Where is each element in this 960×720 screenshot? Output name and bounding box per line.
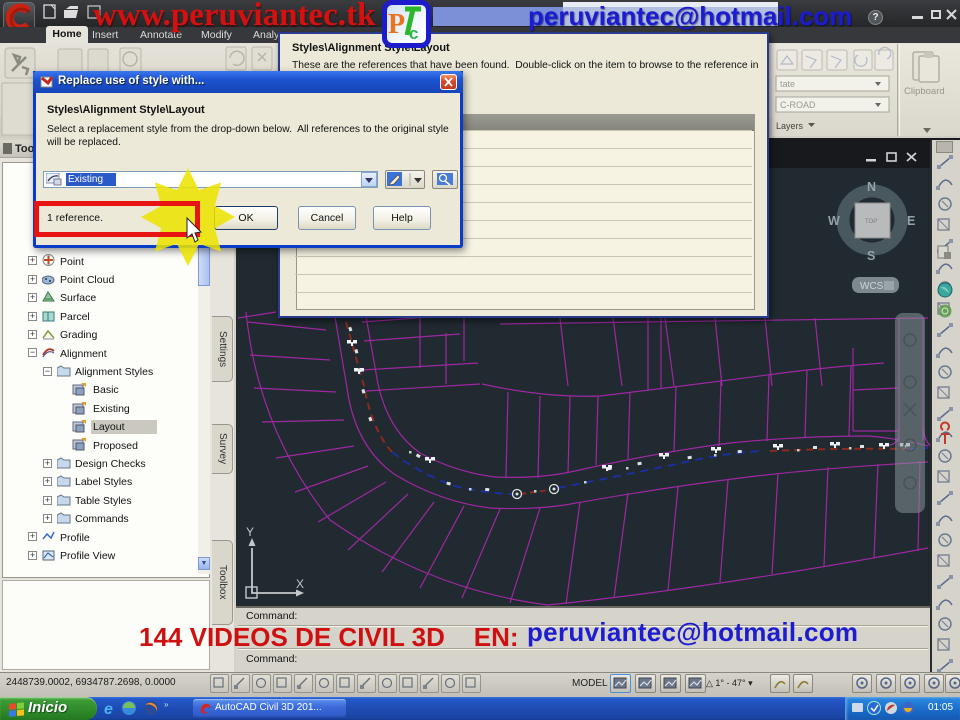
svg-text:P: P <box>388 9 405 40</box>
svg-text:N: N <box>867 180 876 194</box>
svg-text:E: E <box>907 214 915 228</box>
svg-text:W: W <box>828 214 840 228</box>
svg-text:WCS: WCS <box>860 281 884 292</box>
svg-text:TOP: TOP <box>865 219 877 225</box>
svg-text:»: » <box>164 700 169 709</box>
svg-text:Y: Y <box>246 525 254 539</box>
svg-text:S: S <box>867 249 875 263</box>
svg-text:e: e <box>104 701 113 718</box>
svg-text:c: c <box>409 24 418 43</box>
svg-text:X: X <box>296 577 304 591</box>
